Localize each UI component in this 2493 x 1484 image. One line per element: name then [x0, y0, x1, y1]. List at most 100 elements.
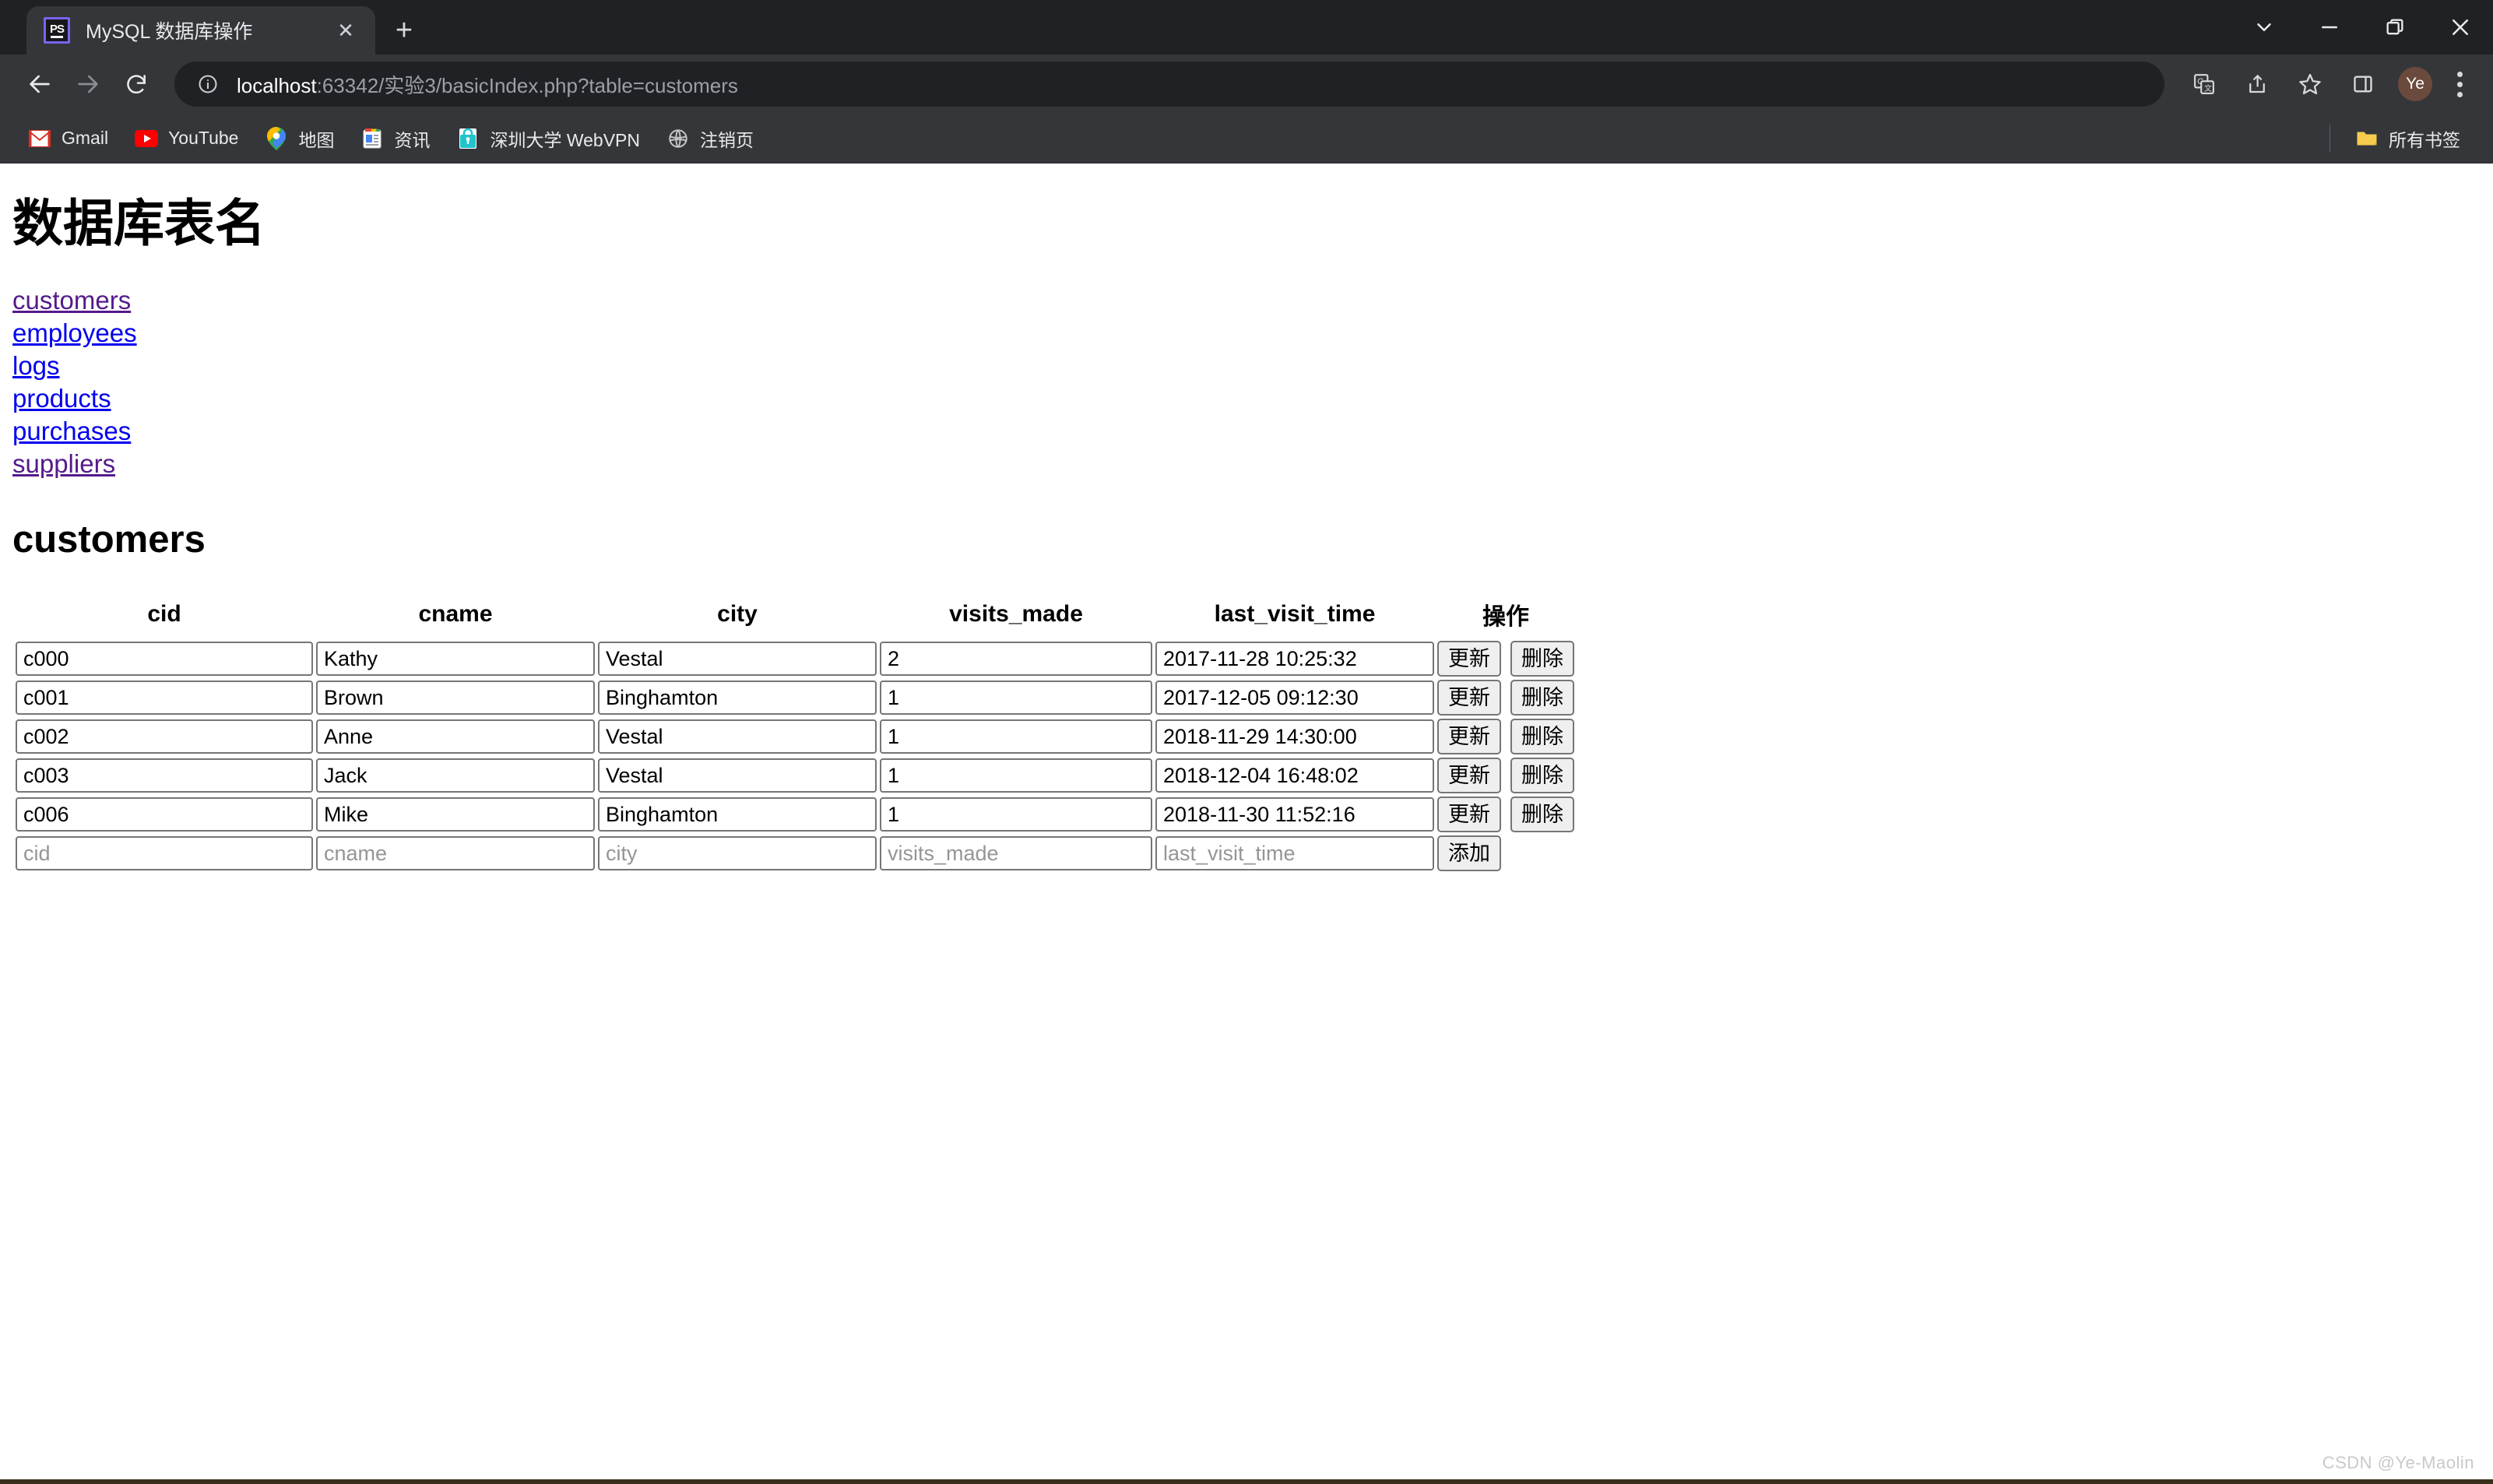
address-bar[interactable]: localhost:63342/实验3/basicIndex.php?table… — [174, 62, 2164, 107]
customers-table: cid cname city visits_made last_visit_ti… — [12, 594, 1577, 874]
visits-made-input[interactable] — [880, 680, 1152, 716]
visits-made-input[interactable] — [880, 758, 1152, 793]
visits-made-input[interactable] — [880, 642, 1152, 677]
last-visit-time-input[interactable] — [1155, 797, 1434, 832]
update-button[interactable]: 更新 — [1437, 797, 1501, 833]
table-link-customers[interactable]: customers — [12, 284, 131, 317]
close-icon[interactable]: ✕ — [330, 15, 361, 46]
update-button[interactable]: 更新 — [1437, 680, 1501, 716]
side-panel-icon[interactable] — [2339, 60, 2387, 108]
new-cid-input[interactable] — [16, 836, 313, 871]
forward-arrow-icon[interactable] — [64, 60, 112, 108]
table-row: 更新删除 — [16, 641, 1574, 677]
city-input[interactable] — [598, 719, 877, 754]
delete-button[interactable]: 删除 — [1510, 641, 1574, 677]
cid-input[interactable] — [16, 758, 313, 793]
cell-new-cid — [16, 835, 313, 871]
cell-actions: 更新 删除 — [1437, 680, 1574, 716]
last-visit-time-input[interactable] — [1155, 758, 1434, 793]
new-last-visit-time-input[interactable] — [1155, 836, 1434, 871]
star-icon[interactable] — [2286, 60, 2334, 108]
city-input[interactable] — [598, 642, 877, 677]
table-row: 更新删除 — [16, 797, 1574, 833]
table-link-purchases[interactable]: purchases — [12, 415, 131, 448]
last-visit-time-input[interactable] — [1155, 680, 1434, 716]
new-cname-input[interactable] — [316, 836, 595, 871]
bookmark-label: YouTube — [168, 128, 239, 148]
cell-cid — [16, 719, 313, 754]
bookmark-maps[interactable]: 地图 — [254, 120, 345, 157]
translate-icon[interactable]: G文 — [2180, 60, 2228, 108]
update-button[interactable]: 更新 — [1437, 758, 1501, 794]
bookmark-youtube[interactable]: YouTube — [124, 120, 249, 157]
cell-cname — [316, 641, 595, 677]
bookmark-logout-page[interactable]: 注销页 — [656, 120, 765, 157]
table-link-products[interactable]: products — [12, 382, 111, 415]
all-bookmarks-button[interactable]: 所有书签 — [2344, 120, 2471, 157]
cid-input[interactable] — [16, 719, 313, 754]
cname-input[interactable] — [316, 642, 595, 677]
watermark: CSDN @Ye-Maolin — [2322, 1453, 2474, 1472]
table-link-logs[interactable]: logs — [12, 350, 60, 382]
browser-tab-active[interactable]: PS MySQL 数据库操作 ✕ — [26, 6, 375, 55]
three-dot-menu-icon[interactable] — [2442, 60, 2477, 108]
cid-input[interactable] — [16, 680, 313, 716]
table-links-list: customers employees logs products purcha… — [12, 284, 2481, 480]
new-tab-button[interactable]: + — [383, 9, 425, 51]
new-record-row: 添加 — [16, 835, 1574, 872]
cell-cname — [316, 680, 595, 716]
cell-new-cname — [316, 835, 595, 871]
avatar[interactable]: Ye — [2398, 67, 2432, 101]
bookmarks-bar: Gmail YouTube 地图 资讯 深圳大学 WebVPN 注销页 所有书签 — [0, 114, 2493, 164]
folder-icon — [2355, 127, 2379, 150]
cname-input[interactable] — [316, 719, 595, 754]
all-bookmarks-label: 所有书签 — [2389, 129, 2460, 150]
update-button[interactable]: 更新 — [1437, 719, 1501, 755]
update-button[interactable]: 更新 — [1437, 641, 1501, 677]
table-link-suppliers[interactable]: suppliers — [12, 448, 115, 480]
cid-input[interactable] — [16, 642, 313, 677]
back-arrow-icon[interactable] — [16, 60, 64, 108]
cell-last-visit-time — [1155, 641, 1434, 677]
city-input[interactable] — [598, 680, 877, 716]
delete-button[interactable]: 删除 — [1510, 680, 1574, 716]
bookmark-label: 资讯 — [394, 129, 431, 150]
info-circle-icon[interactable] — [195, 71, 221, 97]
delete-button[interactable]: 删除 — [1510, 797, 1574, 833]
cname-input[interactable] — [316, 680, 595, 716]
cell-visits-made — [880, 758, 1152, 793]
cell-city — [598, 758, 877, 793]
visits-made-input[interactable] — [880, 797, 1152, 832]
cell-cname — [316, 797, 595, 832]
window-close-icon[interactable] — [2428, 0, 2493, 55]
lock-icon — [456, 127, 480, 150]
bookmark-news[interactable]: 资讯 — [350, 120, 441, 157]
cname-input[interactable] — [316, 797, 595, 832]
last-visit-time-input[interactable] — [1155, 642, 1434, 677]
share-icon[interactable] — [2233, 60, 2281, 108]
new-city-input[interactable] — [598, 836, 877, 871]
reload-icon[interactable] — [112, 60, 160, 108]
cell-new-city — [598, 835, 877, 871]
bookmark-szu-webvpn[interactable]: 深圳大学 WebVPN — [445, 120, 651, 157]
city-input[interactable] — [598, 758, 877, 793]
table-link-employees[interactable]: employees — [12, 317, 137, 350]
bookmark-gmail[interactable]: Gmail — [17, 120, 119, 157]
cname-input[interactable] — [316, 758, 595, 793]
current-table-title: customers — [12, 519, 206, 561]
add-button[interactable]: 添加 — [1437, 835, 1501, 872]
visits-made-input[interactable] — [880, 719, 1152, 754]
column-header-cname: cname — [418, 601, 493, 628]
cell-visits-made — [880, 680, 1152, 716]
minimize-icon[interactable] — [2297, 0, 2362, 55]
tab-search-icon[interactable] — [2231, 0, 2297, 55]
delete-button[interactable]: 删除 — [1510, 719, 1574, 755]
globe-icon — [666, 127, 690, 150]
delete-button[interactable]: 删除 — [1510, 758, 1574, 794]
cid-input[interactable] — [16, 797, 313, 832]
city-input[interactable] — [598, 797, 877, 832]
maximize-icon[interactable] — [2362, 0, 2428, 55]
last-visit-time-input[interactable] — [1155, 719, 1434, 754]
cell-last-visit-time — [1155, 797, 1434, 832]
new-visits-made-input[interactable] — [880, 836, 1152, 871]
